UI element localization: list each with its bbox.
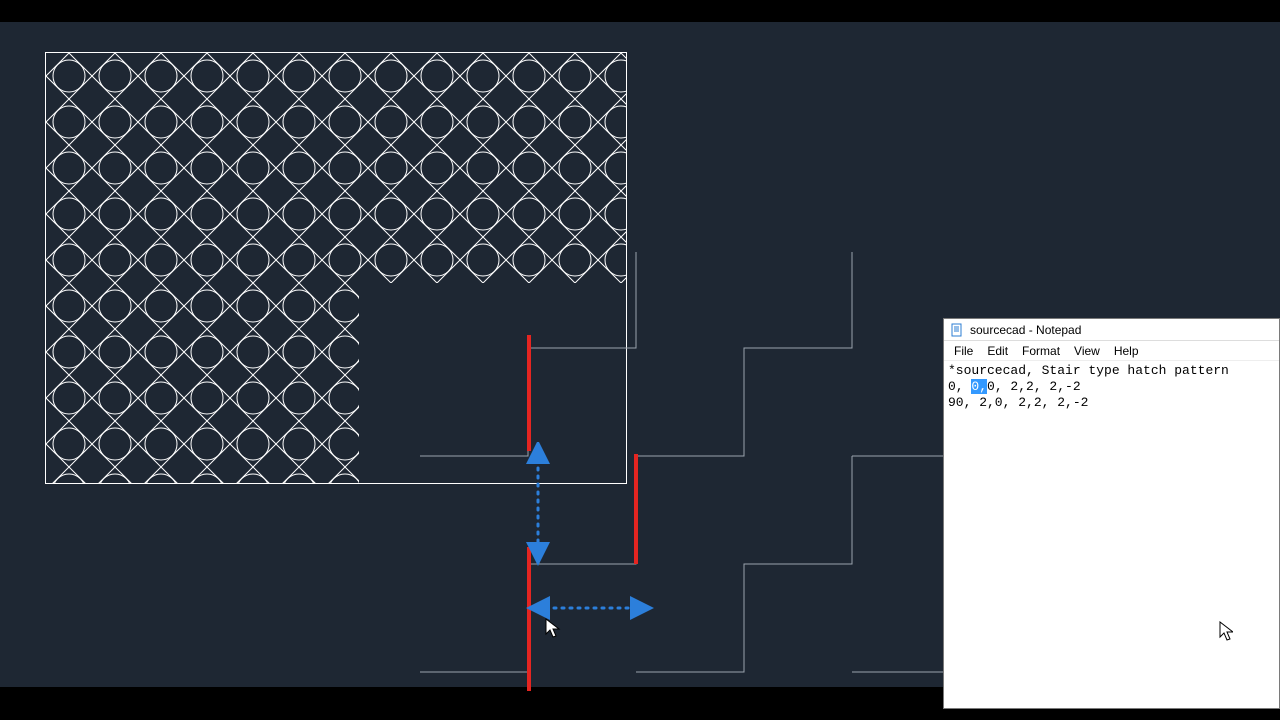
mouse-cursor-icon — [545, 618, 563, 640]
notepad-app-icon — [950, 323, 964, 337]
red-segment-3 — [527, 547, 531, 691]
text-cursor-icon — [1219, 621, 1233, 641]
menu-format[interactable]: Format — [1016, 343, 1066, 359]
notepad-text-area[interactable]: *sourcecad, Stair type hatch pattern 0, … — [944, 361, 1279, 708]
red-segment-1 — [527, 335, 531, 451]
dimension-arrows — [520, 442, 670, 642]
notepad-title: sourcecad - Notepad — [970, 323, 1081, 337]
menu-file[interactable]: File — [948, 343, 979, 359]
hatch-pattern — [46, 53, 627, 484]
menu-view[interactable]: View — [1068, 343, 1106, 359]
menu-edit[interactable]: Edit — [981, 343, 1014, 359]
text-selection: 0, — [971, 379, 987, 394]
notepad-menubar[interactable]: File Edit Format View Help — [944, 341, 1279, 361]
red-segment-2 — [634, 454, 638, 564]
hatch-preview-box — [45, 52, 627, 484]
text-line-3: 90, 2,0, 2,2, 2,-2 — [948, 395, 1088, 410]
notepad-window[interactable]: sourcecad - Notepad File Edit Format Vie… — [943, 318, 1280, 709]
notepad-titlebar[interactable]: sourcecad - Notepad — [944, 319, 1279, 341]
text-line-2b: 0, 2,2, 2,-2 — [987, 379, 1081, 394]
text-line-2a: 0, — [948, 379, 971, 394]
menu-help[interactable]: Help — [1108, 343, 1145, 359]
cad-canvas[interactable]: sourcecad - Notepad File Edit Format Vie… — [0, 22, 1280, 687]
text-line-1: *sourcecad, Stair type hatch pattern — [948, 363, 1229, 378]
